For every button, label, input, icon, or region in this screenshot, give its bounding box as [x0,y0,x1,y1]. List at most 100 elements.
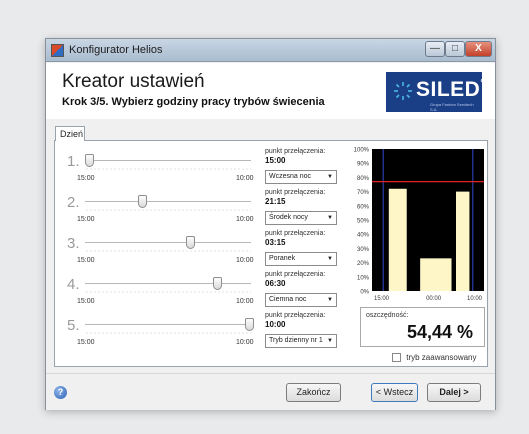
efficiency-label: oszczędność: [366,312,409,319]
slider-track[interactable] [85,324,251,325]
siled-logo: SILED° Grupa Fantom Servitech S.A. [386,72,485,112]
maximize-button[interactable]: □ [445,41,465,57]
slider-thumb[interactable] [213,277,222,290]
slider-end-time: 10:00 [236,298,254,305]
slider-start-time: 15:00 [77,339,95,346]
chevron-down-icon: ▼ [327,256,333,262]
sun-rays-icon [394,82,412,100]
slider-thumb[interactable] [138,195,147,208]
mode-select[interactable]: Wczesna noc ▼ [265,170,337,184]
switch-row: 2. 15:00 10:00 punkt przełączenia: 21:15 Środ… [55,186,345,230]
mode-select-value: Tryb dzienny nr 1 [269,337,323,344]
wizard-footer: ? Zakończ < Wstecz Dalej > [46,373,495,410]
help-icon[interactable]: ? [54,386,67,399]
mode-select[interactable]: Ciemna noc ▼ [265,293,337,307]
y-tick-label: 50% [357,219,370,225]
switch-point-time: 06:30 [265,279,286,288]
x-tick-label: 10:00 [467,296,483,302]
slider-thumb[interactable] [186,236,195,249]
slider-start-time: 15:00 [77,298,95,305]
mode-select[interactable]: Poranek ▼ [265,252,337,266]
y-tick-label: 40% [357,233,370,239]
row-number: 1. [67,153,80,170]
slider-end-time: 10:00 [236,257,254,264]
y-tick-label: 20% [357,261,370,267]
slider-track[interactable] [85,160,251,161]
y-tick-label: 80% [357,176,370,182]
slider-ticks [85,291,251,293]
mode-select[interactable]: Środek nocy ▼ [265,211,337,225]
mode-select-value: Wczesna noc [269,173,312,180]
mode-select-value: Środek nocy [269,214,308,221]
logo-tagline: Grupa Fantom Servitech S.A. [430,102,474,112]
switch-row: 5. 15:00 10:00 punkt przełączenia: 10:00 Tryb… [55,309,345,353]
slider-ticks [85,332,251,334]
slider-end-time: 10:00 [236,216,254,223]
slider-thumb[interactable] [85,154,94,167]
page-title: Kreator ustawień [62,71,205,92]
mode-select-value: Ciemna noc [269,296,307,303]
y-tick-label: 60% [357,204,370,210]
slider-ticks [85,209,251,211]
logo-text: SILED° [416,78,485,101]
switch-point-time: 10:00 [265,320,286,329]
switch-point-label: punkt przełączenia: [265,230,326,237]
slider-thumb[interactable] [245,318,254,331]
title-bar[interactable]: Konfigurator Helios — □ X [46,39,495,62]
efficiency-value: 54,44 % [407,322,474,342]
y-tick-label: 100% [354,148,370,154]
back-button[interactable]: < Wstecz [371,383,418,402]
y-tick-label: 70% [357,190,370,196]
chart-bar [456,191,470,291]
window-title: Konfigurator Helios [69,44,163,56]
chevron-down-icon: ▼ [327,338,333,344]
slider-track[interactable] [85,242,251,243]
slider-track[interactable] [85,283,251,284]
switch-point-time: 15:00 [265,156,286,165]
tab-day[interactable]: Dzień [55,126,85,141]
slider-end-time: 10:00 [236,175,254,182]
chevron-down-icon: ▼ [327,215,333,221]
advanced-mode-toggle[interactable]: tryb zaawansowany [392,353,477,363]
switch-point-label: punkt przełączenia: [265,148,326,155]
wizard-header: Kreator ustawień Krok 3/5. Wybierz godzi… [46,63,495,119]
wizard-window: Konfigurator Helios — □ X Kreator ustawi… [45,38,496,410]
switch-row: 4. 15:00 10:00 punkt przełączenia: 06:30 Ciem… [55,268,345,312]
row-number: 5. [67,317,80,334]
switch-point-time: 03:15 [265,238,286,247]
slider-end-time: 10:00 [236,339,254,346]
finish-button[interactable]: Zakończ [286,383,341,402]
slider-ticks [85,168,251,170]
slider-track[interactable] [85,201,251,202]
advanced-checkbox[interactable] [392,353,401,363]
step-subtitle: Krok 3/5. Wybierz godziny pracy trybów ś… [62,96,325,108]
mode-select[interactable]: Tryb dzienny nr 1 ▼ [265,334,337,348]
switch-point-label: punkt przełączenia: [265,189,326,196]
advanced-label: tryb zaawansowany [406,353,477,362]
next-button[interactable]: Dalej > [427,383,481,402]
close-button[interactable]: X [465,41,492,57]
slider-start-time: 15:00 [77,257,95,264]
x-tick-label: 15:00 [374,296,390,302]
app-icon [51,44,64,57]
minimize-button[interactable]: — [425,41,445,57]
row-number: 3. [67,235,80,252]
switch-row: 1. 15:00 10:00 punkt przełączenia: 15:00 Wcze… [55,145,345,189]
switch-point-time: 21:15 [265,197,286,206]
switch-point-label: punkt przełączenia: [265,312,326,319]
row-number: 2. [67,194,80,211]
day-panel: 1. 15:00 10:00 punkt przełączenia: 15:00 Wcze… [54,140,488,367]
chevron-down-icon: ▼ [327,174,333,180]
chart-bar [420,258,452,291]
slider-start-time: 15:00 [77,175,95,182]
row-number: 4. [67,276,80,293]
y-tick-label: 10% [357,275,370,281]
y-tick-label: 0% [360,290,369,296]
slider-start-time: 15:00 [77,216,95,223]
y-tick-label: 90% [357,162,370,168]
chevron-down-icon: ▼ [327,297,333,303]
slider-ticks [85,250,251,252]
x-tick-label: 00:00 [426,296,442,302]
switch-point-label: punkt przełączenia: [265,271,326,278]
chart-svg: 100% 90% 80% 70% 60% 50% 40% 30% 20% 10% 0% 15:00 00… [354,148,484,302]
